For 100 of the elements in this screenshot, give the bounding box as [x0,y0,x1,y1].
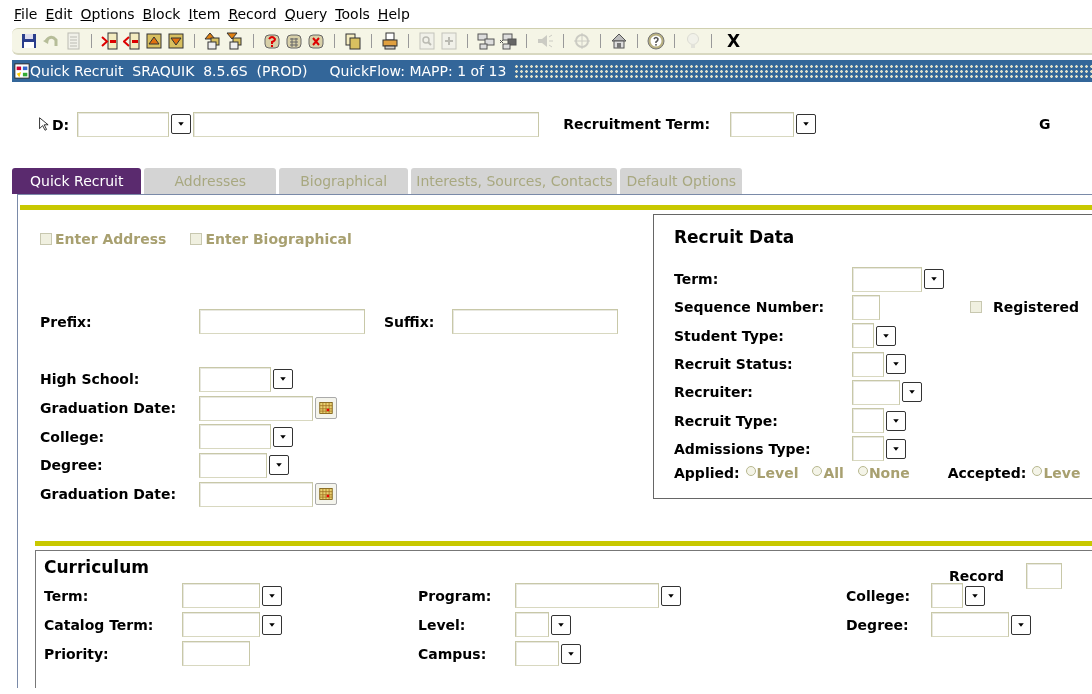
input-field[interactable] [852,379,900,405]
dropdown-button[interactable] [273,426,293,447]
quickflow-text: QuickFlow: MAPP: 1 of 13 [329,63,507,79]
checkbox-label: Registered [993,299,1080,316]
mouse-pointer-icon [38,115,52,133]
section-title: Recruit Data [674,227,796,247]
input-field[interactable] [931,612,1009,638]
field-label: High School: [40,371,141,388]
field-label: Suffix: [384,313,435,330]
input-field[interactable] [1026,563,1063,590]
input-field[interactable] [515,583,659,609]
input-field[interactable] [852,294,880,320]
dropdown-button[interactable] [796,114,817,134]
field-label: D: [52,117,70,133]
field-label: Accepted: [947,465,1027,482]
input-field[interactable] [193,111,540,137]
dropdown-button[interactable] [886,410,906,431]
menu-item[interactable]: File [14,6,38,28]
help-icon[interactable] [647,32,665,50]
dropdown-button[interactable] [273,369,293,390]
menu-item[interactable]: Help [377,6,410,28]
input-field[interactable] [852,323,874,349]
field-label: Student Type: [674,327,785,344]
input-field[interactable] [931,583,963,609]
calendar-button[interactable] [315,397,337,420]
input-field[interactable] [730,111,795,137]
field-label: Graduation Date: [40,400,178,417]
dropdown-button[interactable] [886,354,906,375]
calendar-icon [318,401,334,416]
printer-icon[interactable] [381,32,399,50]
input-field[interactable] [182,612,260,638]
dropdown-button[interactable] [171,114,192,134]
field-label: Campus: [418,645,488,662]
dropdown-button[interactable] [876,325,896,346]
database-grid-icon[interactable] [285,32,303,50]
input-field[interactable] [515,641,559,667]
database-question-icon[interactable] [263,32,281,50]
dropdown-button[interactable] [561,643,581,664]
input-field[interactable] [182,641,250,667]
form-icon [14,63,30,79]
house-icon[interactable] [610,32,628,50]
menu-item[interactable]: Block [142,6,181,28]
input-field[interactable] [515,612,549,638]
exit-button[interactable]: X [727,31,741,51]
dropdown-button[interactable] [661,585,681,606]
input-field[interactable] [852,351,884,377]
input-field[interactable] [199,452,267,478]
field-label: G [1039,116,1051,132]
dropdown-button[interactable] [269,455,289,476]
connected-boxes-icon[interactable] [477,32,495,50]
page-arrow-icon[interactable] [101,32,119,50]
field-label: Recruit Type: [674,412,779,429]
dropdown-button[interactable] [924,269,944,290]
menu-item[interactable]: Item [188,6,221,28]
dropdown-button[interactable] [902,382,922,403]
input-field[interactable] [852,436,884,462]
input-field[interactable] [199,309,365,334]
dropdown-button[interactable] [1011,614,1031,635]
window-title: Quick Recruit SRAQUIK 8.5.6S (PROD) [30,63,308,79]
menu-item[interactable]: Query [284,6,328,28]
tab[interactable]: Quick Recruit [12,168,142,194]
field-label: Catalog Term: [44,616,155,633]
stacked-boxes-icon[interactable] [226,32,244,50]
input-field[interactable] [199,366,271,392]
dropdown-button[interactable] [886,438,906,459]
connected-boxes-icon[interactable] [499,32,517,50]
calendar-icon [318,487,334,502]
field-label: Level: [418,616,467,633]
input-field[interactable] [852,266,922,292]
field-label: Degree: [40,457,104,474]
input-field[interactable] [182,583,260,609]
field-label: Term: [44,587,90,604]
section-title: Curriculum [44,557,149,578]
input-field[interactable] [199,395,313,421]
radio-label: Leve [1043,465,1081,482]
database-x-icon[interactable] [307,32,325,50]
field-label: Prefix: [40,313,93,330]
dropdown-button[interactable] [262,585,282,606]
menu-item[interactable]: Edit [45,6,73,28]
input-field[interactable] [199,481,313,507]
menu-item[interactable]: Options [80,6,135,28]
page-arrow-icon[interactable] [123,32,141,50]
input-field[interactable] [452,309,619,334]
calendar-button[interactable] [315,483,337,506]
field-label: College: [846,587,912,604]
field-label: Recruitment Term: [563,116,711,132]
input-field[interactable] [199,424,271,450]
input-field[interactable] [77,111,170,137]
menu-item[interactable]: Record [228,6,277,28]
field-label: Recruit Status: [674,356,794,373]
input-field[interactable] [852,408,884,434]
documents-icon[interactable] [344,32,362,50]
radio-label: Level [756,465,799,482]
stacked-boxes-icon[interactable] [204,32,222,50]
dropdown-button[interactable] [262,614,282,635]
dropdown-button[interactable] [965,585,985,606]
field-label: Term: [674,271,720,288]
dropdown-button[interactable] [551,614,571,635]
menu-item[interactable]: Tools [335,6,370,28]
checkbox[interactable] [970,301,982,314]
